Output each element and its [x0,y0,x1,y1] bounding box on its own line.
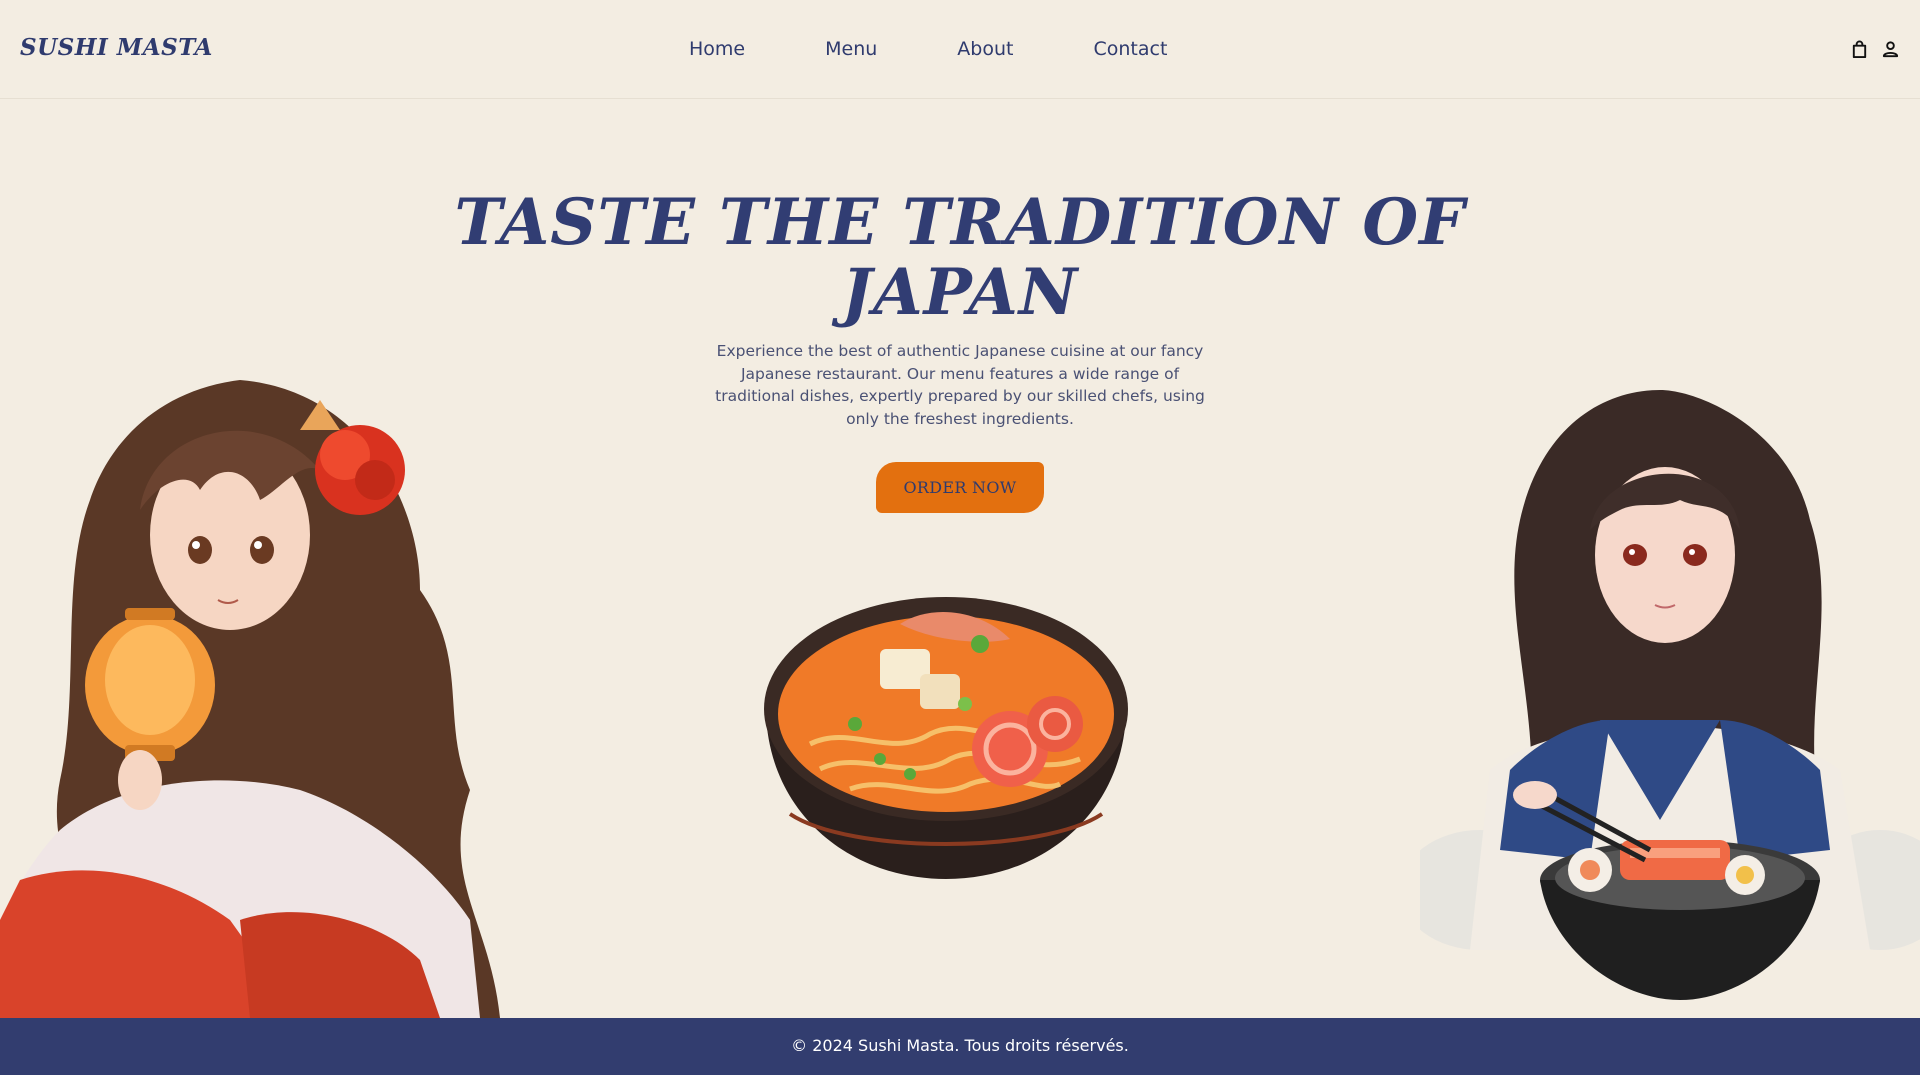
ramen-bowl-illustration [764,597,1128,879]
header-icons [1850,40,1900,59]
site-logo[interactable]: SUSHI MASTA [20,34,213,61]
footer-copyright: © 2024 Sushi Masta. Tous droits réservés… [791,1036,1129,1055]
user-icon[interactable] [1881,40,1900,59]
shopping-bag-icon[interactable] [1850,40,1869,59]
girl-with-lantern-illustration [0,380,500,1018]
hero-description: Experience the best of authentic Japanes… [715,342,1205,428]
hero-title: TASTE THE TRADITION OF JAPAN [454,185,1466,330]
girl-with-sushi-illustration [1420,390,1920,1000]
site-footer: © 2024 Sushi Masta. Tous droits réservés… [0,1018,1920,1075]
order-now-button[interactable]: ORDER NOW [876,462,1044,513]
main-nav: Home Menu About Contact [689,38,1167,60]
nav-link-contact[interactable]: Contact [1093,38,1167,60]
nav-link-home[interactable]: Home [689,38,745,60]
nav-link-about[interactable]: About [957,38,1013,60]
site-header: SUSHI MASTA Home Menu About Contact [0,0,1920,99]
nav-link-menu[interactable]: Menu [825,38,877,60]
